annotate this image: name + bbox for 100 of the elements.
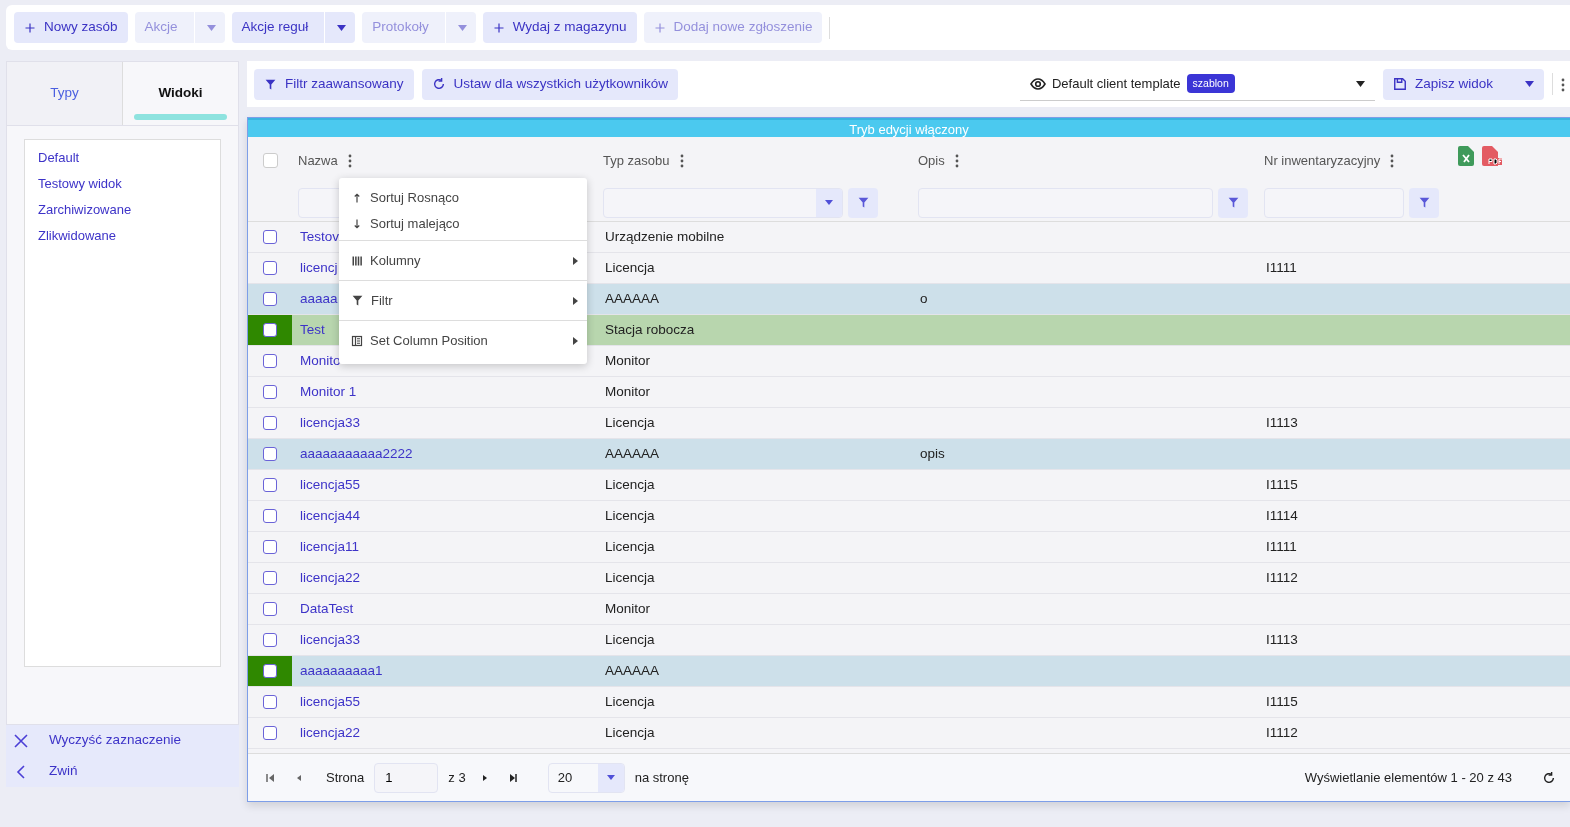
caret-icon bbox=[825, 200, 833, 205]
filter-icon bbox=[264, 77, 277, 91]
close-icon bbox=[13, 732, 29, 749]
checkbox[interactable] bbox=[263, 416, 277, 430]
tab[interactable]: Widoki bbox=[122, 62, 238, 125]
checkbox[interactable] bbox=[263, 354, 277, 368]
table-cell: opis bbox=[920, 445, 945, 461]
table-cell: Monitor bbox=[605, 383, 650, 399]
filter-icon bbox=[1417, 196, 1431, 209]
menu-item[interactable]: Sortuj malejąco bbox=[339, 211, 587, 237]
name-link[interactable]: Test bbox=[300, 321, 325, 337]
checkbox[interactable] bbox=[263, 633, 277, 647]
table-cell: I1113 bbox=[1266, 414, 1298, 430]
toolbar-button[interactable]: Wydaj z magazynu bbox=[482, 12, 637, 43]
template-select[interactable]: Default client template szablon bbox=[1019, 67, 1375, 101]
submenu-arrow-icon bbox=[573, 336, 578, 345]
name-link[interactable]: DataTest bbox=[300, 600, 354, 616]
toolbar-button[interactable]: Akcje reguł bbox=[231, 12, 356, 43]
save-view-button[interactable]: Zapisz widok bbox=[1382, 68, 1544, 100]
name-link[interactable]: licencja55 bbox=[300, 476, 361, 492]
table-cell: Urządzenie mobilne bbox=[605, 228, 725, 244]
name-link[interactable]: licencja55 bbox=[300, 693, 361, 709]
plus-icon bbox=[492, 21, 505, 34]
filter-button[interactable] bbox=[1409, 187, 1439, 218]
view-link[interactable]: Zlikwidowane bbox=[25, 223, 220, 249]
table-cell: I1112 bbox=[1266, 569, 1298, 585]
checkbox[interactable] bbox=[263, 292, 277, 306]
table-cell: Licencja bbox=[605, 569, 655, 585]
page-field[interactable]: 1 bbox=[374, 762, 439, 793]
name-link[interactable]: licencja33 bbox=[300, 631, 361, 647]
kebab-menu-icon[interactable] bbox=[1561, 77, 1565, 92]
menu-item[interactable]: Filtr bbox=[339, 284, 587, 317]
excel-export-icon[interactable] bbox=[1458, 145, 1474, 166]
checkbox[interactable] bbox=[263, 571, 277, 585]
menu-item[interactable]: Set Column Position bbox=[339, 324, 587, 357]
name-link[interactable]: licencja44 bbox=[300, 507, 361, 523]
filter-field[interactable] bbox=[603, 187, 843, 218]
checkbox[interactable] bbox=[263, 447, 277, 461]
name-link[interactable]: licencja11 bbox=[300, 538, 360, 554]
filter-button[interactable] bbox=[848, 187, 878, 218]
kebab-menu-icon[interactable] bbox=[347, 153, 352, 168]
checkbox[interactable] bbox=[263, 509, 277, 523]
table-cell: I1114 bbox=[1266, 507, 1298, 523]
checkbox[interactable] bbox=[263, 230, 277, 244]
filter-button[interactable] bbox=[1218, 187, 1248, 218]
caret-icon bbox=[606, 775, 615, 780]
caret-icon bbox=[337, 24, 347, 31]
view-link[interactable]: Zarchiwizowane bbox=[25, 197, 220, 223]
name-link[interactable]: licencja22 bbox=[300, 724, 361, 740]
name-link[interactable]: Testov bbox=[300, 228, 340, 244]
menu-item[interactable]: Sortuj Rosnąco bbox=[339, 185, 587, 211]
checkbox[interactable] bbox=[263, 602, 277, 616]
checkbox[interactable] bbox=[263, 664, 277, 678]
page-count: z 3 bbox=[448, 768, 466, 787]
checkbox[interactable] bbox=[263, 385, 277, 399]
table-cell: I1115 bbox=[1266, 693, 1298, 709]
name-link[interactable]: aaaaa bbox=[300, 290, 338, 306]
caret-icon bbox=[457, 24, 467, 31]
toolbar-button[interactable]: Nowy zasób bbox=[14, 12, 128, 43]
checkbox[interactable] bbox=[263, 726, 277, 740]
name-link[interactable]: licencja22 bbox=[300, 569, 361, 585]
name-link[interactable]: Monitor 1 bbox=[300, 383, 357, 399]
kebab-menu-icon[interactable] bbox=[954, 153, 959, 168]
table-cell: Monitor bbox=[605, 352, 650, 368]
columns-icon bbox=[351, 254, 363, 267]
pdf-export-icon[interactable] bbox=[1482, 145, 1502, 166]
view-link[interactable]: Default bbox=[25, 145, 220, 171]
table-cell: Licencja bbox=[605, 631, 655, 647]
last-page-icon bbox=[507, 772, 518, 783]
checkbox[interactable] bbox=[263, 695, 277, 709]
name-link[interactable]: aaaaaaaaaaa2222 bbox=[300, 445, 413, 461]
refresh-icon bbox=[431, 77, 446, 91]
collapse-button[interactable]: Zwiń bbox=[6, 756, 239, 787]
checkbox[interactable] bbox=[263, 323, 277, 337]
table-cell: I1112 bbox=[1266, 724, 1298, 740]
table-cell: Licencja bbox=[605, 414, 655, 430]
view-link[interactable]: Testowy widok bbox=[25, 171, 220, 197]
table-cell: Licencja bbox=[605, 259, 655, 275]
column-header: Typ zasobu bbox=[603, 151, 670, 170]
page-size-select[interactable]: 20 bbox=[547, 762, 625, 793]
kebab-menu-icon[interactable] bbox=[1390, 153, 1395, 168]
item-count: Wyświetlanie elementów 1 - 20 z 43 bbox=[1304, 768, 1512, 787]
tab[interactable]: Typy bbox=[7, 62, 122, 125]
name-link[interactable]: licencja33 bbox=[300, 414, 361, 430]
first-page-icon bbox=[266, 772, 276, 783]
checkbox[interactable] bbox=[263, 478, 277, 492]
menu-item[interactable]: Kolumny bbox=[339, 244, 587, 277]
checkbox[interactable] bbox=[263, 540, 277, 554]
toolbar-button[interactable]: Filtr zaawansowany bbox=[254, 68, 414, 100]
table-cell: AAAAAA bbox=[605, 662, 660, 678]
toolbar-button[interactable]: Ustaw dla wszystkich użytkowników bbox=[421, 68, 679, 100]
name-link[interactable]: licencj bbox=[300, 259, 338, 275]
filter-icon bbox=[856, 196, 870, 209]
checkbox[interactable] bbox=[263, 261, 277, 275]
kebab-menu-icon[interactable] bbox=[679, 153, 684, 168]
name-link[interactable]: Monito bbox=[300, 352, 341, 368]
table-cell: Licencja bbox=[605, 693, 655, 709]
table-cell: I1113 bbox=[1266, 631, 1298, 647]
name-link[interactable]: aaaaaaaaaa1 bbox=[300, 662, 383, 678]
clear-selection-button[interactable]: Wyczyść zaznaczenie bbox=[6, 725, 239, 756]
